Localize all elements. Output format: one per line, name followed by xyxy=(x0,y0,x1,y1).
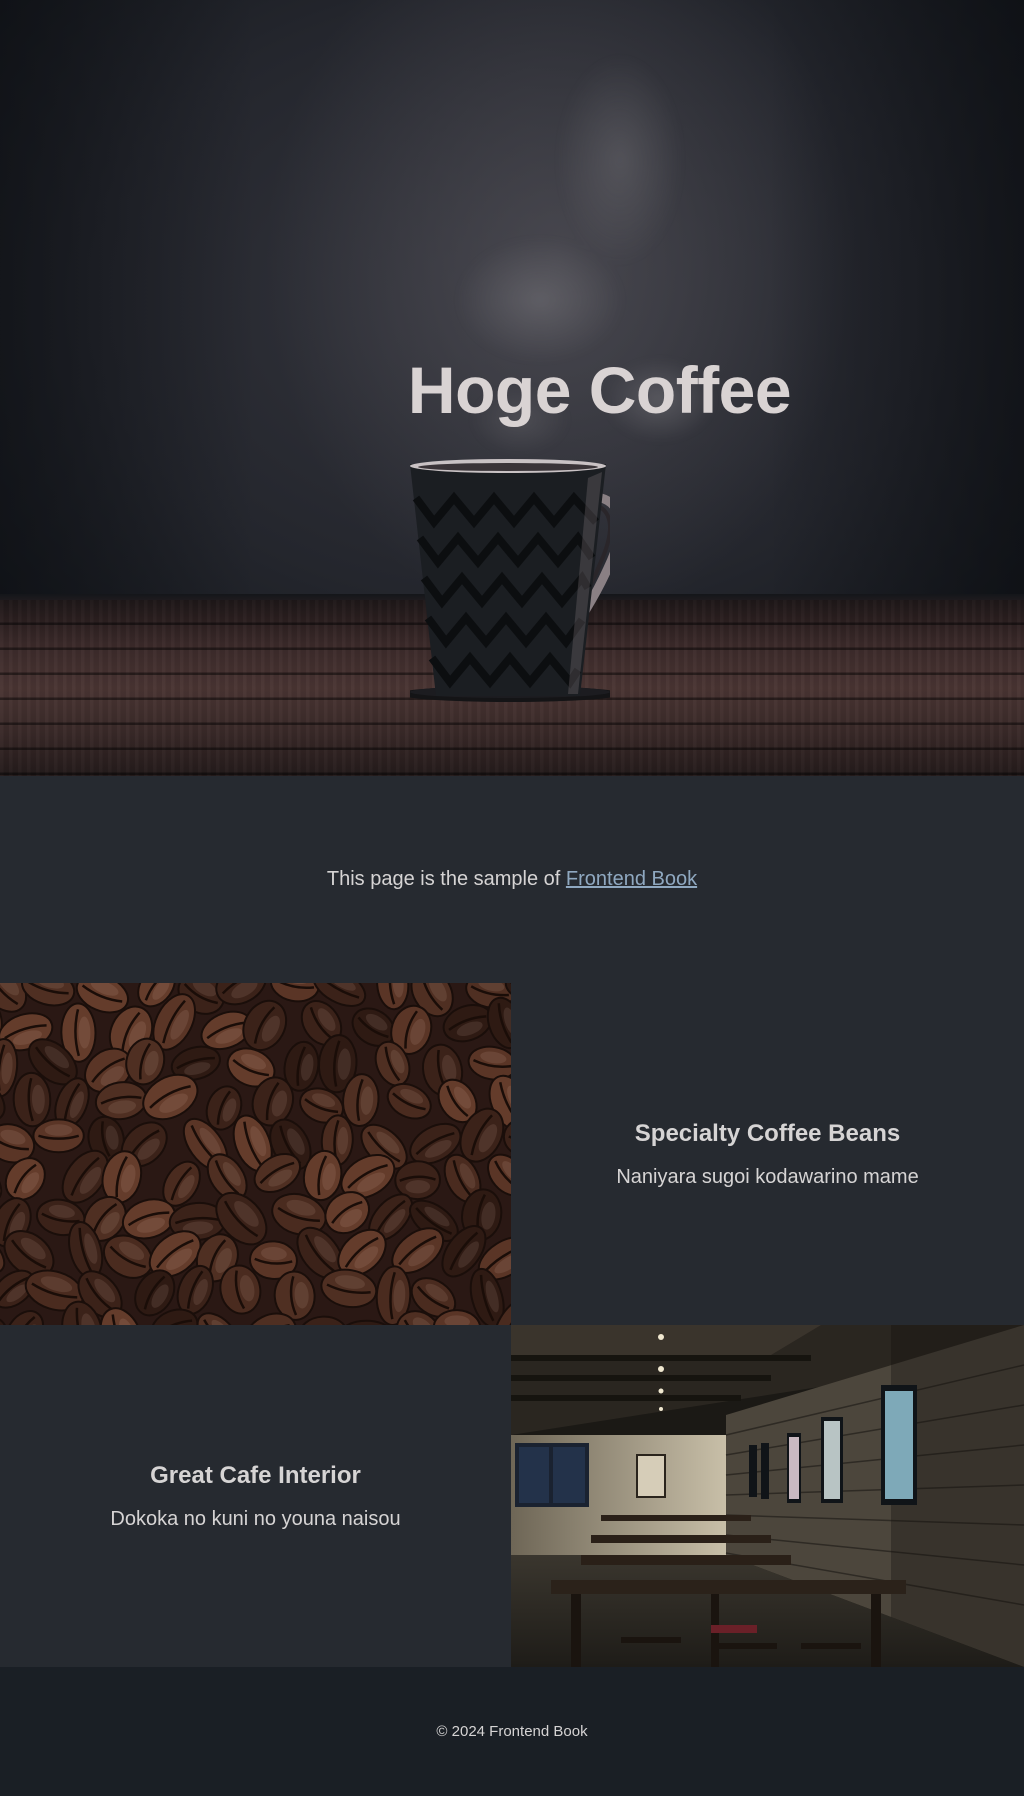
feature-description: Naniyara sugoi kodawarino mame xyxy=(616,1165,919,1188)
cafe-interior-illustration xyxy=(511,1325,1024,1667)
intro-section: This page is the sample of Frontend Book xyxy=(0,776,1024,983)
coffee-beans-image xyxy=(0,983,511,1325)
feature-text-interior: Great Cafe Interior Dokoka no kuni no yo… xyxy=(0,1325,511,1667)
feature-row-interior: Great Cafe Interior Dokoka no kuni no yo… xyxy=(0,1325,1024,1667)
hero-section: Hoge Coffee xyxy=(0,0,1024,776)
coffee-bean xyxy=(510,1192,511,1239)
intro-sentence: This page is the sample of xyxy=(326,868,566,890)
frontend-book-link[interactable]: Frontend Book xyxy=(566,868,697,890)
intro-text: This page is the sample of Frontend Book xyxy=(327,868,697,891)
copyright-text: © 2024 Frontend Book xyxy=(436,1723,588,1740)
feature-row-beans: Specialty Coffee Beans Naniyara sugoi ko… xyxy=(0,983,1024,1325)
feature-description: Dokoka no kuni no youna naisou xyxy=(110,1507,401,1530)
hero-title: Hoge Coffee xyxy=(0,352,1024,428)
hero-title-text: Hoge Coffee xyxy=(407,353,792,427)
coffee-mug-image xyxy=(410,459,610,702)
feature-title: Specialty Coffee Beans xyxy=(634,1119,901,1147)
coffee-bean xyxy=(32,1118,85,1154)
cafe-interior-image xyxy=(511,1325,1024,1667)
feature-title: Great Cafe Interior xyxy=(150,1461,361,1489)
coffee-beans-illustration xyxy=(0,983,511,1325)
feature-text-beans: Specialty Coffee Beans Naniyara sugoi ko… xyxy=(511,983,1024,1325)
footer: © 2024 Frontend Book xyxy=(0,1667,1024,1796)
coffee-bean xyxy=(376,983,410,1011)
coffee-bean xyxy=(12,1071,52,1128)
